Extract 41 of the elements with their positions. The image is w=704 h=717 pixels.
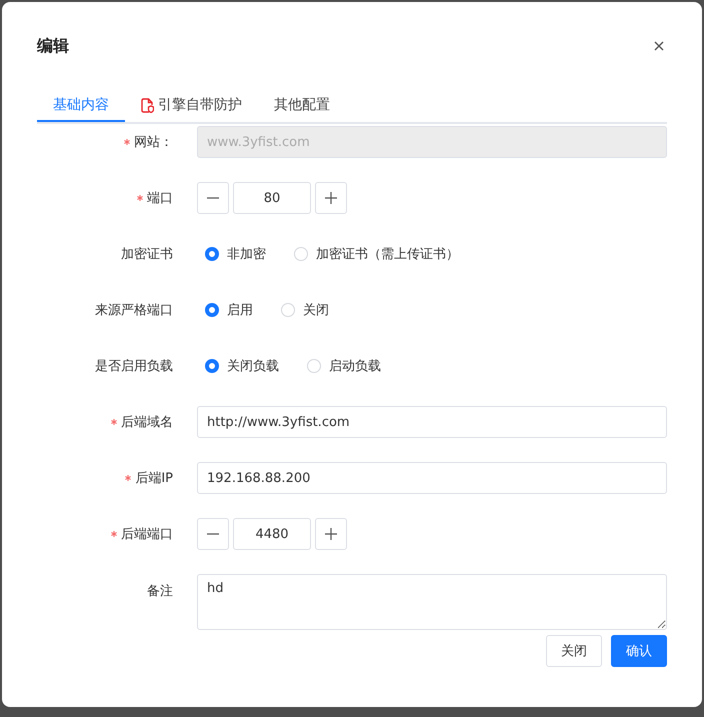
radio-button[interactable] — [205, 359, 219, 373]
field-label: 加密证书 — [121, 246, 173, 263]
field-label: 是否启用负载 — [95, 358, 173, 375]
option-label: 关闭负载 — [227, 358, 279, 375]
option-label: 非加密 — [227, 246, 266, 263]
field-label: 后端IP — [135, 470, 173, 487]
field-label: 后端端口 — [121, 526, 173, 543]
field-label: 后端域名 — [121, 414, 173, 431]
notes-field[interactable]: hd — [197, 574, 667, 630]
dialog-button[interactable]: 确认 — [611, 635, 667, 667]
radio-option[interactable]: 加密证书（需上传证书） — [294, 245, 459, 263]
number-field[interactable]: 4480 — [233, 518, 311, 550]
field-label: 网站： — [134, 134, 173, 151]
increment-button[interactable] — [315, 518, 347, 550]
field-label: 端口 — [147, 190, 173, 207]
plus-icon — [324, 527, 338, 541]
option-label: 关闭 — [303, 302, 329, 319]
option-label: 启用 — [227, 302, 253, 319]
radio-option[interactable]: 启用 — [205, 301, 253, 319]
radio-option[interactable]: 非加密 — [205, 245, 266, 263]
field-label: 备注 — [147, 583, 173, 600]
radio-option[interactable]: 启动负载 — [307, 357, 381, 375]
tab[interactable]: 其他配置 — [258, 90, 346, 122]
document-shield-icon — [141, 98, 154, 112]
close-icon[interactable] — [654, 41, 664, 51]
option-label: 启动负载 — [329, 358, 381, 375]
dialog-button[interactable]: 关闭 — [546, 635, 602, 667]
radio-option[interactable]: 关闭负载 — [205, 357, 279, 375]
tab[interactable]: 引擎自带防护 — [125, 90, 258, 122]
tab[interactable]: 基础内容 — [37, 90, 125, 122]
dialog-title: 编辑 — [37, 36, 69, 56]
number-field[interactable]: 80 — [233, 182, 311, 214]
increment-button[interactable] — [315, 182, 347, 214]
input-field[interactable]: 192.168.88.200 — [197, 462, 667, 494]
radio-option[interactable]: 关闭 — [281, 301, 329, 319]
field-label: 来源严格端口 — [95, 302, 173, 319]
radio-button[interactable] — [205, 303, 219, 317]
input-field[interactable]: http://www.3yfist.com — [197, 406, 667, 438]
radio-button[interactable] — [205, 247, 219, 261]
option-label: 加密证书（需上传证书） — [316, 246, 459, 263]
plus-icon — [324, 191, 338, 205]
